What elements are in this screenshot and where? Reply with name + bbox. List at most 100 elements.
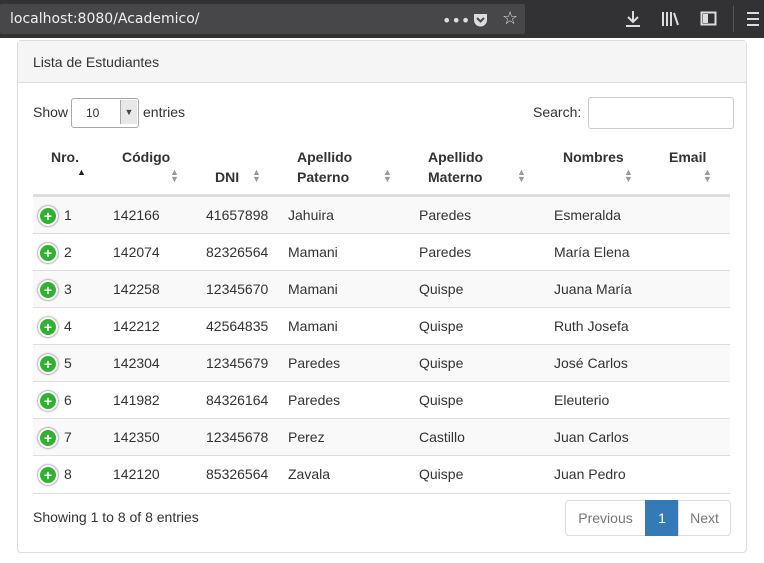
cell-apellido-paterno: Paredes: [288, 392, 341, 408]
cell-apellido-paterno: Jahuira: [288, 207, 334, 223]
cell-nro: 4: [64, 318, 72, 334]
cell-apellido-paterno: Paredes: [288, 355, 341, 371]
search-label: Search:: [533, 104, 582, 120]
column-header-label: DNI: [215, 169, 240, 185]
toolbar-divider: [733, 6, 734, 32]
table-row[interactable]: + 5 142304 12345679 Paredes Quispe José …: [33, 344, 730, 382]
cell-nombres: Juan Carlos: [554, 429, 629, 445]
expand-row-icon[interactable]: +: [38, 317, 58, 337]
cell-codigo: 142350: [113, 429, 160, 445]
cell-dni: 12345678: [206, 429, 269, 445]
cell-nro: 3: [64, 281, 72, 297]
cell-nro: 8: [64, 466, 72, 482]
expand-row-icon[interactable]: +: [38, 391, 58, 411]
table-row[interactable]: + 2 142074 82326564 Mamani Paredes María…: [33, 233, 730, 271]
page-1-button[interactable]: 1: [645, 500, 679, 536]
cell-apellido-materno: Quispe: [419, 355, 464, 371]
cell-codigo: 142166: [113, 207, 160, 223]
cell-dni: 12345670: [206, 281, 269, 297]
cell-nombres: José Carlos: [554, 355, 628, 371]
cell-apellido-materno: Castillo: [419, 429, 465, 445]
cell-apellido-paterno: Mamani: [288, 318, 338, 334]
cell-nro: 2: [64, 244, 72, 260]
cell-dni: 82326564: [206, 244, 269, 260]
sort-both-icon: ▲ ▼: [703, 167, 712, 184]
table-row[interactable]: + 1 142166 41657898 Jahuira Paredes Esme…: [33, 196, 730, 234]
previous-button[interactable]: Previous: [565, 500, 646, 536]
sort-both-icon: ▲ ▼: [252, 167, 261, 184]
sort-asc-icon: ▲: [77, 167, 86, 177]
expand-row-icon[interactable]: +: [38, 354, 58, 374]
cell-nro: 1: [64, 207, 72, 223]
next-button[interactable]: Next: [678, 500, 731, 536]
cell-codigo: 142074: [113, 244, 160, 260]
cell-nombres: Esmeralda: [554, 207, 621, 223]
cell-apellido-paterno: Mamani: [288, 281, 338, 297]
browser-toolbar: localhost:8080/Academico/ ••• ☆: [0, 0, 764, 38]
table-row[interactable]: + 3 142258 12345670 Mamani Quispe Juana …: [33, 270, 730, 308]
library-icon[interactable]: [661, 10, 679, 28]
cell-dni: 12345679: [206, 355, 269, 371]
cell-codigo: 141982: [113, 392, 160, 408]
cell-nombres: Juana María: [554, 281, 632, 297]
expand-row-icon[interactable]: +: [38, 280, 58, 300]
more-icon[interactable]: •••: [442, 12, 470, 30]
cell-nombres: María Elena: [554, 244, 630, 260]
column-header-label-line2: Materno: [428, 169, 483, 185]
expand-row-icon[interactable]: +: [38, 428, 58, 448]
table-info: Showing 1 to 8 of 8 entries: [33, 509, 199, 525]
cell-codigo: 142304: [113, 355, 160, 371]
pocket-icon[interactable]: [472, 11, 489, 28]
cell-apellido-materno: Quispe: [419, 392, 464, 408]
expand-row-icon[interactable]: +: [38, 243, 58, 263]
cell-apellido-materno: Quispe: [419, 318, 464, 334]
entries-length-select[interactable]: 10 ▼: [71, 98, 139, 128]
cell-apellido-paterno: Perez: [288, 429, 325, 445]
column-header-label: Código: [122, 149, 171, 165]
cell-apellido-materno: Paredes: [419, 244, 472, 260]
cell-codigo: 142212: [113, 318, 160, 334]
url-text[interactable]: localhost:8080/Academico/: [10, 11, 200, 27]
menu-icon[interactable]: [746, 11, 760, 27]
sort-both-icon: ▲ ▼: [383, 167, 392, 184]
show-label: Show: [33, 104, 69, 120]
entries-label: entries: [143, 104, 186, 120]
cell-codigo: 142258: [113, 281, 160, 297]
expand-row-icon[interactable]: +: [38, 206, 58, 226]
search-input[interactable]: [588, 97, 734, 129]
cell-codigo: 142120: [113, 466, 160, 482]
column-header-label: Apellido: [428, 149, 484, 165]
bookmark-star-icon[interactable]: ☆: [502, 10, 518, 28]
cell-nombres: Eleuterio: [554, 392, 610, 408]
cell-dni: 42564835: [206, 318, 269, 334]
address-bar[interactable]: localhost:8080/Academico/ ••• ☆: [0, 4, 525, 34]
cell-nro: 7: [64, 429, 72, 445]
cell-dni: 85326564: [206, 466, 269, 482]
cell-nombres: Ruth Josefa: [554, 318, 629, 334]
cell-apellido-paterno: Zavala: [288, 466, 331, 482]
cell-apellido-materno: Paredes: [419, 207, 472, 223]
download-icon[interactable]: [624, 10, 642, 28]
table-row[interactable]: + 4 142212 42564835 Mamani Quispe Ruth J…: [33, 307, 730, 345]
sort-both-icon: ▲ ▼: [517, 167, 526, 184]
column-header-label: Nro.: [51, 149, 79, 165]
chevron-down-icon[interactable]: ▼: [120, 100, 137, 124]
sort-both-icon: ▲ ▼: [170, 167, 179, 184]
table-row[interactable]: + 8 142120 85326564 Zavala Quispe Juan P…: [33, 455, 730, 494]
sidebar-icon[interactable]: [700, 10, 718, 28]
column-header-label: Email: [669, 149, 707, 165]
cell-dni: 84326164: [206, 392, 269, 408]
sort-both-icon: ▲ ▼: [624, 167, 633, 184]
students-panel: Lista de Estudiantes Show 10 ▼ entries S…: [17, 40, 747, 553]
cell-nro: 5: [64, 355, 72, 371]
table-row[interactable]: + 7 142350 12345678 Perez Castillo Juan …: [33, 418, 730, 456]
column-header-label-line2: Paterno: [297, 169, 350, 185]
expand-row-icon[interactable]: +: [38, 465, 58, 485]
panel-heading: Lista de Estudiantes: [18, 41, 746, 83]
cell-apellido-paterno: Mamani: [288, 244, 338, 260]
panel-title: Lista de Estudiantes: [33, 54, 160, 70]
cell-apellido-materno: Quispe: [419, 281, 464, 297]
table-row[interactable]: + 6 141982 84326164 Paredes Quispe Eleut…: [33, 381, 730, 419]
column-header-label: Apellido: [297, 149, 353, 165]
cell-nombres: Juan Pedro: [554, 466, 626, 482]
